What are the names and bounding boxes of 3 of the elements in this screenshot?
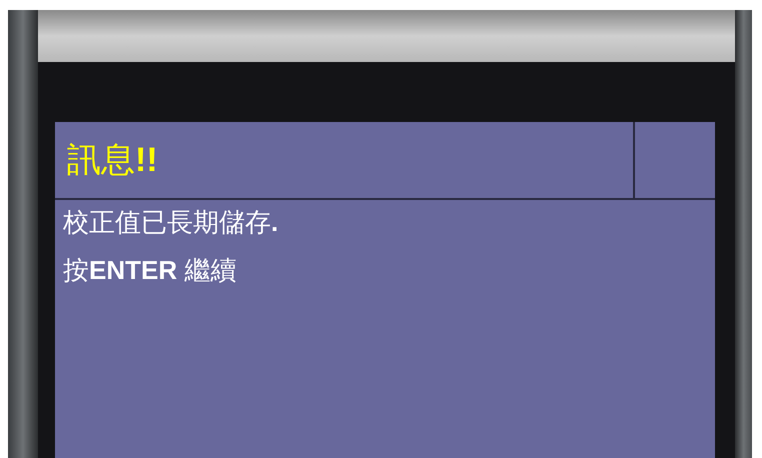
dialog-title: 訊息!! [55, 122, 635, 198]
message-text: 校正值已長期儲存. [63, 206, 280, 239]
message-text: 按ENTER 繼續 [63, 254, 238, 287]
